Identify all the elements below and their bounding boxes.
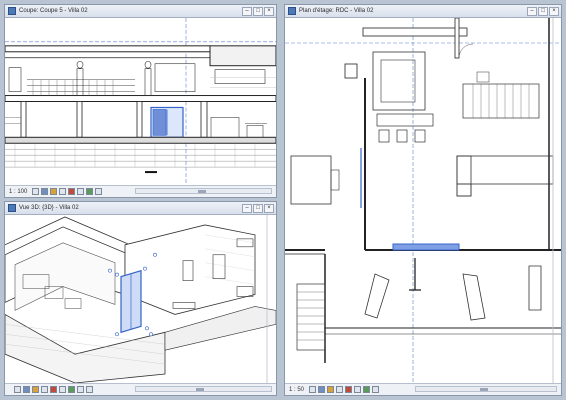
floor-plan-window[interactable]: Plan d'étage: RDC - Villa 02 – □ × 1: 5…	[284, 4, 562, 396]
close-button[interactable]: ×	[549, 6, 559, 16]
temporary-hide-icon[interactable]	[68, 386, 75, 393]
3d-view-titlebar[interactable]: Vue 3D: {3D} - Villa 02 – □ ×	[5, 202, 276, 215]
horizontal-scrollbar[interactable]	[415, 386, 557, 392]
section-view-window[interactable]: Coupe: Coupe 5 - Villa 02 – □ × 1: 100	[4, 4, 277, 198]
analytical-icon[interactable]	[86, 386, 93, 393]
floor-plan-drawing	[285, 18, 561, 383]
minimize-button[interactable]: –	[242, 6, 252, 16]
maximize-button[interactable]: □	[253, 6, 263, 16]
reveal-hidden-icon[interactable]	[77, 386, 84, 393]
shadows-icon[interactable]	[41, 386, 48, 393]
section-view-control-bar: 1 : 100	[5, 185, 276, 197]
show-crop-icon[interactable]	[59, 386, 66, 393]
detail-level-icon[interactable]	[32, 188, 40, 195]
floor-plan-icon	[288, 7, 296, 15]
section-view-title: Coupe: Coupe 5 - Villa 02	[19, 8, 88, 14]
floor-plan-title: Plan d'étage: RDC - Villa 02	[299, 8, 374, 14]
shadows-icon[interactable]	[336, 386, 344, 393]
sun-path-icon[interactable]	[327, 386, 335, 393]
shadows-icon[interactable]	[59, 188, 67, 195]
section-view-icon	[8, 7, 16, 15]
3d-model-drawing	[5, 215, 276, 383]
scroll-thumb[interactable]	[480, 388, 488, 391]
visual-style-icon[interactable]	[23, 386, 30, 393]
reveal-hidden-icon[interactable]	[372, 386, 380, 393]
visual-style-icon[interactable]	[41, 188, 49, 195]
scroll-thumb[interactable]	[196, 388, 204, 391]
visual-style-icon[interactable]	[318, 386, 326, 393]
close-button[interactable]: ×	[264, 203, 274, 213]
crop-icon[interactable]	[345, 386, 353, 393]
detail-level-icon[interactable]	[309, 386, 317, 393]
maximize-button[interactable]: □	[253, 203, 263, 213]
3d-view-icon	[8, 204, 16, 212]
sun-path-icon[interactable]	[50, 188, 58, 195]
maximize-button[interactable]: □	[538, 6, 548, 16]
crop-icon[interactable]	[50, 386, 57, 393]
floor-plan-control-bar: 1 : 50	[285, 383, 561, 395]
detail-level-icon[interactable]	[14, 386, 21, 393]
minimize-button[interactable]: –	[527, 6, 537, 16]
show-crop-icon[interactable]	[77, 188, 85, 195]
sun-path-icon[interactable]	[32, 386, 39, 393]
horizontal-scrollbar[interactable]	[135, 188, 272, 194]
minimize-button[interactable]: –	[242, 203, 252, 213]
3d-view-control-bar	[5, 383, 276, 395]
temporary-hide-icon[interactable]	[86, 188, 94, 195]
temporary-hide-icon[interactable]	[363, 386, 371, 393]
reveal-hidden-icon[interactable]	[95, 188, 103, 195]
view-scale-label[interactable]: 1 : 100	[9, 189, 27, 195]
crop-icon[interactable]	[68, 188, 76, 195]
horizontal-scrollbar[interactable]	[135, 386, 272, 392]
section-drawing	[5, 18, 276, 185]
close-button[interactable]: ×	[264, 6, 274, 16]
floor-plan-canvas[interactable]	[285, 18, 561, 383]
3d-view-title: Vue 3D: {3D} - Villa 02	[19, 205, 79, 211]
section-view-titlebar[interactable]: Coupe: Coupe 5 - Villa 02 – □ ×	[5, 5, 276, 18]
3d-model-canvas[interactable]	[5, 215, 276, 383]
show-crop-icon[interactable]	[354, 386, 362, 393]
section-drawing-canvas[interactable]	[5, 18, 276, 185]
floor-plan-titlebar[interactable]: Plan d'étage: RDC - Villa 02 – □ ×	[285, 5, 561, 18]
3d-view-window[interactable]: Vue 3D: {3D} - Villa 02 – □ ×	[4, 201, 277, 396]
scroll-thumb[interactable]	[198, 190, 206, 193]
view-scale-label[interactable]: 1 : 50	[289, 387, 304, 393]
